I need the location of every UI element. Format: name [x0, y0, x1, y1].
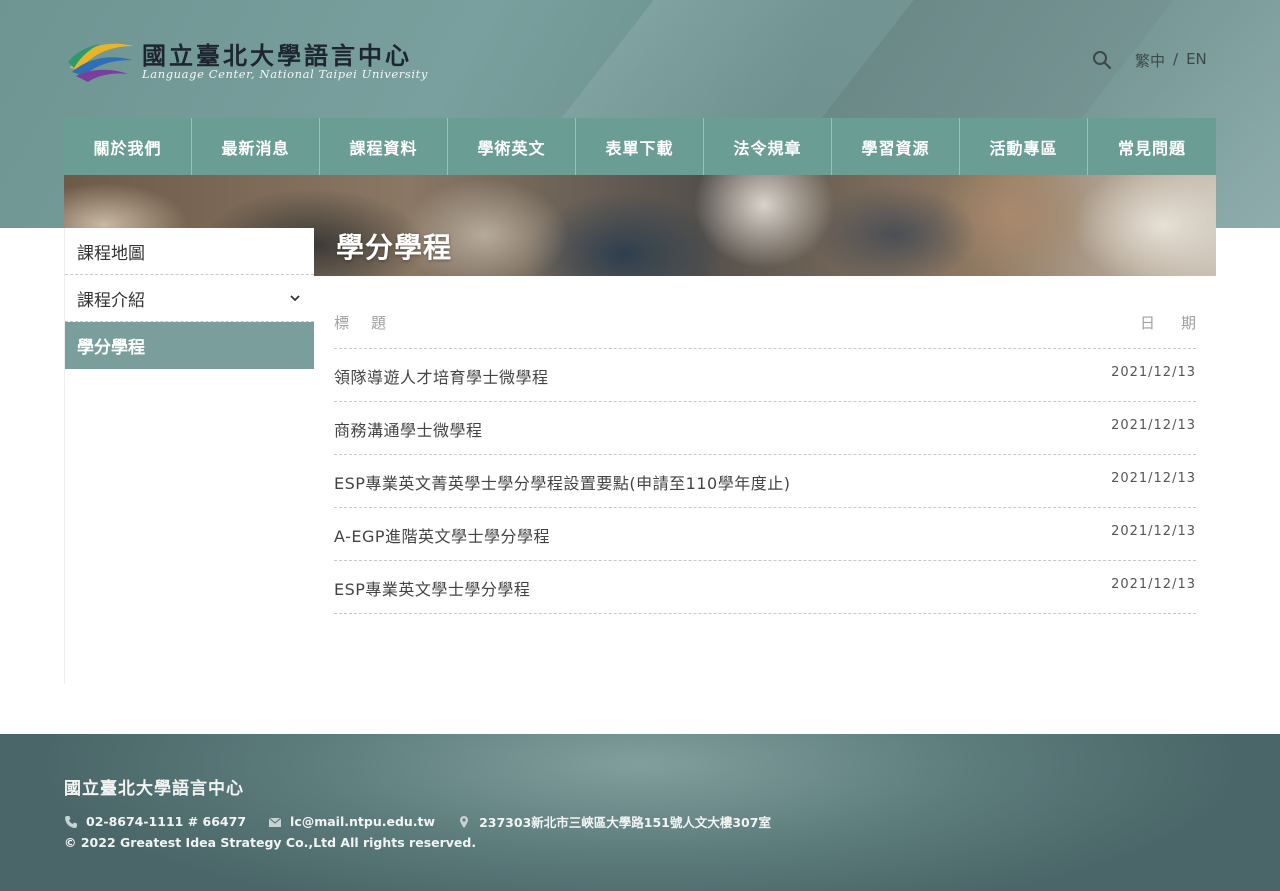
- nav-academic-english[interactable]: 學術英文: [448, 118, 576, 175]
- item-date: 2021/12/13: [1111, 576, 1196, 592]
- search-icon[interactable]: [1092, 50, 1112, 70]
- item-title[interactable]: ESP專業英文菁英學士學分學程設置要點(申請至110學年度止): [334, 468, 790, 494]
- nav-latest-news[interactable]: 最新消息: [192, 118, 320, 175]
- language-switcher: 繁中 / EN: [1135, 50, 1207, 71]
- main-navigation: 關於我們 最新消息 課程資料 學術英文 表單下載 法令規章 學習資源 活動專區 …: [64, 118, 1216, 175]
- footer-address-text: 237303新北市三峽區大學路151號人文大樓307室: [479, 815, 771, 830]
- footer-phone-number: 02-8674-1111 # 66477: [86, 814, 247, 829]
- nav-course-info[interactable]: 課程資料: [320, 118, 448, 175]
- item-date: 2021/12/13: [1111, 417, 1196, 433]
- phone-icon: [65, 815, 77, 828]
- list-header: 標題 日期: [334, 296, 1196, 349]
- list-item[interactable]: 商務溝通學士微學程 2021/12/13: [334, 402, 1196, 455]
- header-title-column: 標題: [334, 313, 409, 332]
- nav-events[interactable]: 活動專區: [960, 118, 1088, 175]
- item-title[interactable]: 領隊導遊人才培育學士微學程: [334, 362, 549, 388]
- chevron-down-icon: [290, 295, 300, 302]
- footer-phone: 02-8674-1111 # 66477: [64, 814, 246, 829]
- list-item[interactable]: ESP專業英文菁英學士學分學程設置要點(申請至110學年度止) 2021/12/…: [334, 455, 1196, 508]
- sidebar-item-label: 學分學程: [77, 338, 145, 358]
- sidebar-item-course-intro[interactable]: 課程介紹: [65, 275, 314, 322]
- footer-email: lc@mail.ntpu.edu.tw: [268, 814, 435, 829]
- nav-regulations[interactable]: 法令規章: [704, 118, 832, 175]
- page-title: 學分學程: [336, 231, 453, 264]
- list-item[interactable]: 領隊導遊人才培育學士微學程 2021/12/13: [334, 349, 1196, 402]
- footer-address: 237303新北市三峽區大學路151號人文大樓307室: [457, 812, 771, 831]
- item-title[interactable]: A-EGP進階英文學士學分學程: [334, 521, 550, 547]
- sidebar-item-label: 課程介紹: [77, 290, 145, 311]
- sidebar-item-credit-program[interactable]: 學分學程: [65, 322, 314, 369]
- list-item[interactable]: ESP專業英文學士學分學程 2021/12/13: [334, 561, 1196, 614]
- item-date: 2021/12/13: [1111, 364, 1196, 380]
- nav-about-us[interactable]: 關於我們: [64, 118, 192, 175]
- item-date: 2021/12/13: [1111, 470, 1196, 486]
- sidebar: 課程地圖 課程介紹 學分學程: [64, 228, 314, 684]
- location-pin-icon: [460, 815, 469, 828]
- footer-copyright: © 2022 Greatest Idea Strategy Co.,Ltd Al…: [64, 835, 477, 850]
- logo-chinese-name: 國立臺北大學語言中心: [142, 41, 412, 70]
- sidebar-item-label: 課程地圖: [77, 243, 145, 264]
- footer-email-address[interactable]: lc@mail.ntpu.edu.tw: [290, 814, 435, 829]
- site-logo[interactable]: 國立臺北大學語言中心 Language Center, National Tai…: [66, 36, 436, 86]
- footer: 國立臺北大學語言中心 02-8674-1111 # 66477 lc@mail.…: [0, 734, 1280, 891]
- footer-title: 國立臺北大學語言中心: [64, 779, 244, 799]
- sidebar-item-course-map[interactable]: 課程地圖: [65, 228, 314, 275]
- header-date-column: 日期: [1139, 313, 1222, 332]
- item-date: 2021/12/13: [1111, 523, 1196, 539]
- logo-mark-icon: [68, 43, 134, 82]
- nav-learning-resources[interactable]: 學習資源: [832, 118, 960, 175]
- lang-english[interactable]: EN: [1186, 50, 1207, 71]
- nav-faq[interactable]: 常見問題: [1088, 118, 1216, 175]
- mail-icon: [268, 817, 282, 827]
- list-item[interactable]: A-EGP進階英文學士學分學程 2021/12/13: [334, 508, 1196, 561]
- lang-separator: /: [1173, 50, 1179, 68]
- nav-form-download[interactable]: 表單下載: [576, 118, 704, 175]
- footer-contact-info: 02-8674-1111 # 66477 lc@mail.ntpu.edu.tw…: [64, 812, 793, 831]
- item-title[interactable]: ESP專業英文學士學分學程: [334, 574, 530, 600]
- item-title[interactable]: 商務溝通學士微學程: [334, 415, 483, 441]
- lang-traditional-chinese[interactable]: 繁中: [1135, 50, 1165, 71]
- program-list: 標題 日期 領隊導遊人才培育學士微學程 2021/12/13 商務溝通學士微學程…: [334, 296, 1196, 614]
- logo-english-name: Language Center, National Taipei Univers…: [142, 67, 428, 81]
